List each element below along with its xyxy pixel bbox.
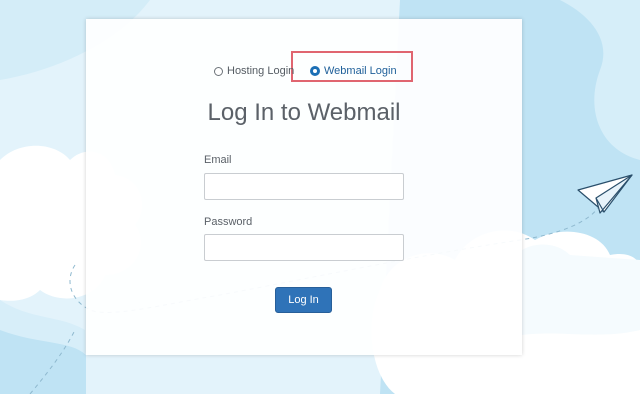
login-type-selector: Hosting Login Webmail Login [86, 61, 522, 81]
email-field[interactable] [204, 173, 404, 200]
radio-unchecked-icon [214, 66, 223, 76]
page-title: Log In to Webmail [207, 99, 401, 126]
hosting-login-radio[interactable]: Hosting Login [214, 61, 294, 81]
login-card: Hosting Login Webmail Login Log In to We… [86, 19, 522, 355]
radio-checked-icon [310, 66, 320, 76]
webmail-login-label: Webmail Login [324, 65, 397, 77]
log-in-button[interactable]: Log In [275, 287, 332, 313]
hosting-login-label: Hosting Login [227, 65, 295, 77]
password-field[interactable] [204, 234, 404, 261]
webmail-login-radio[interactable]: Webmail Login [310, 61, 397, 81]
email-label: Email [204, 154, 232, 166]
password-label: Password [204, 216, 253, 228]
